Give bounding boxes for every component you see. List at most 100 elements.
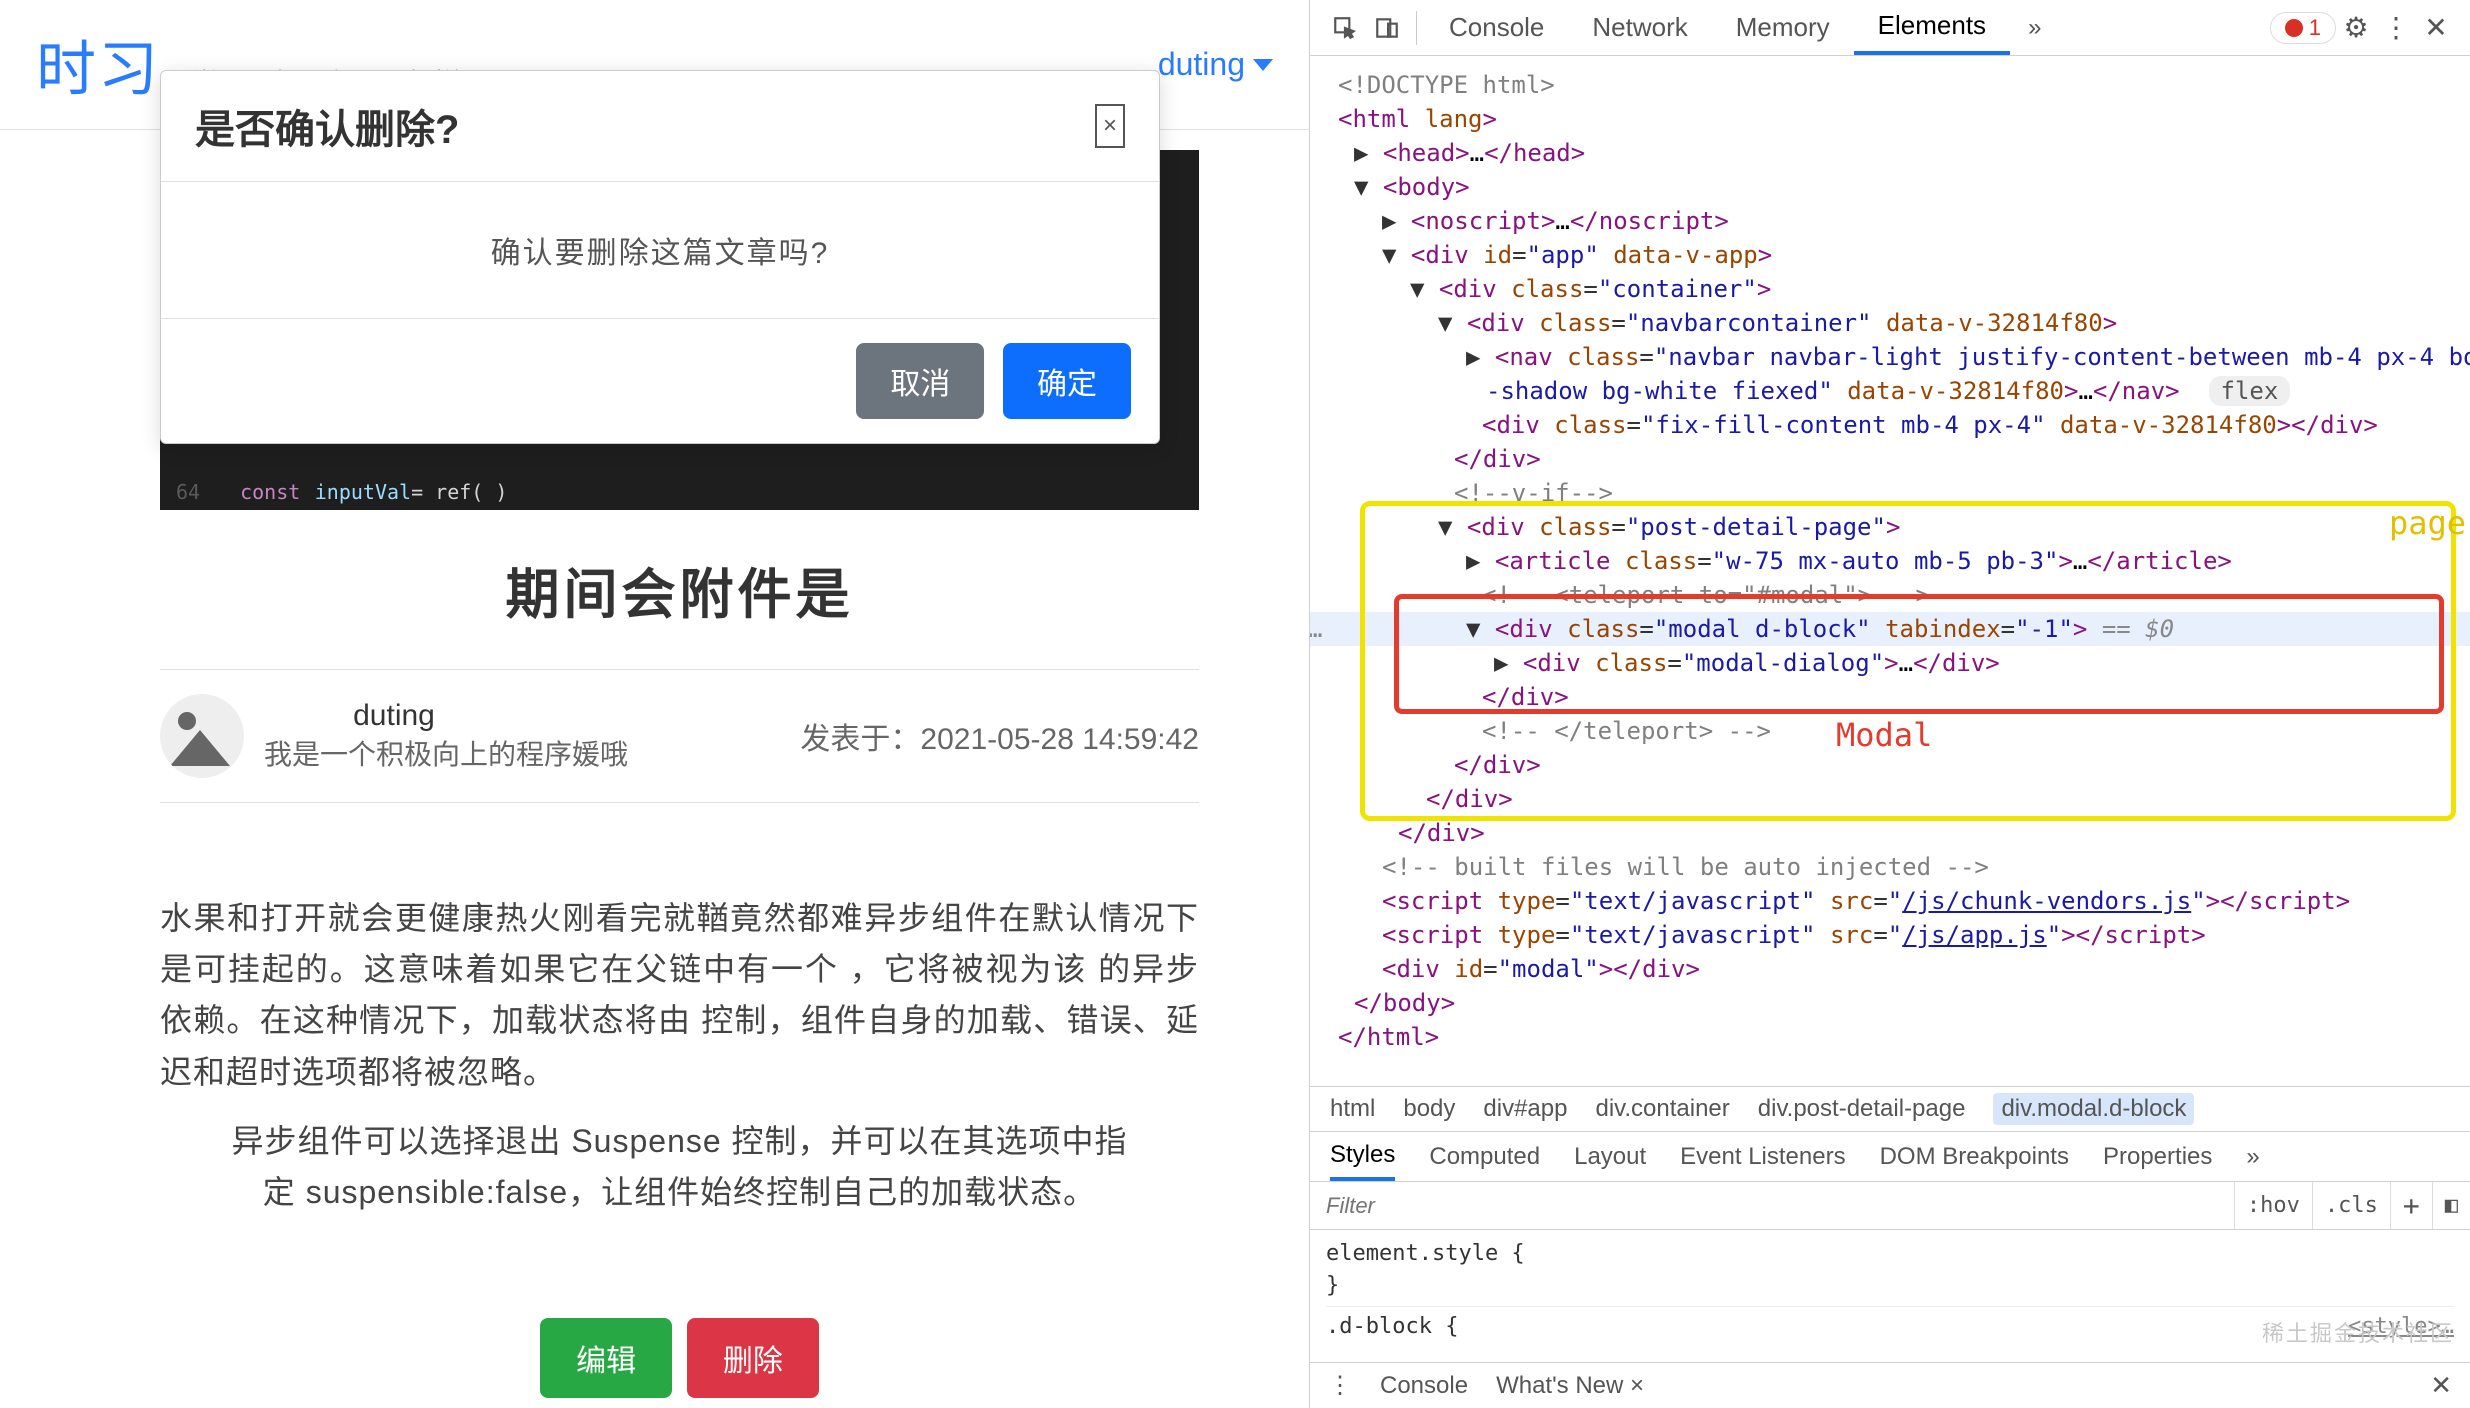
error-dot-icon: [2285, 19, 2303, 37]
ok-button[interactable]: 确定: [1003, 343, 1131, 419]
drawer-tab-console[interactable]: Console: [1380, 1372, 1468, 1400]
avatar-placeholder-icon: [170, 730, 230, 766]
tab-console[interactable]: Console: [1425, 0, 1568, 55]
breadcrumb-item[interactable]: div.post-detail-page: [1758, 1095, 1966, 1123]
error-count: 1: [2309, 15, 2321, 41]
devtools-panel: Console Network Memory Elements » 1 ⚙ ⋮ …: [1310, 0, 2470, 1408]
publish-time: 发表于：2021-05-28 14:59:42: [800, 714, 1199, 758]
styles-tab[interactable]: Computed: [1429, 1143, 1540, 1171]
code-identifier: inputVal: [315, 480, 411, 504]
author-name[interactable]: duting: [264, 699, 524, 733]
user-dropdown[interactable]: duting: [1158, 46, 1273, 83]
dom-line[interactable]: <script type="text/javascript" src="/js/…: [1310, 884, 2470, 918]
caret-down-icon: [1253, 59, 1273, 71]
line-number: 64: [176, 480, 200, 504]
device-toggle-icon[interactable]: [1366, 8, 1408, 48]
tab-elements[interactable]: Elements: [1854, 0, 2010, 55]
dom-line[interactable]: ▼ <body>: [1310, 170, 2470, 204]
brand-logo[interactable]: 时习: [36, 21, 160, 108]
dom-line[interactable]: -shadow bg-white fiexed" data-v-32814f80…: [1310, 374, 2470, 408]
edit-button[interactable]: 编辑: [540, 1318, 672, 1398]
dom-line[interactable]: </div>: [1310, 782, 2470, 816]
dom-line[interactable]: ▼ <div class="post-detail-page">: [1310, 510, 2470, 544]
dom-line[interactable]: <div id="modal"></div>: [1310, 952, 2470, 986]
styles-tabbar: Styles Computed Layout Event Listeners DOM B…: [1310, 1132, 2470, 1182]
gear-icon[interactable]: ⚙: [2336, 11, 2376, 44]
modal-title: 是否确认删除?: [195, 97, 459, 155]
dom-line[interactable]: <!-- <teleport to="#modal"> -->: [1310, 578, 2470, 612]
confirm-delete-modal: 是否确认删除? × 确认要删除这篇文章吗? 取消 确定: [160, 70, 1160, 444]
inspect-icon[interactable]: [1324, 8, 1366, 48]
tab-memory[interactable]: Memory: [1712, 0, 1854, 55]
cls-toggle[interactable]: .cls: [2312, 1182, 2390, 1229]
styles-tab[interactable]: Event Listeners: [1680, 1143, 1845, 1171]
dom-line[interactable]: ▶ <noscript>…</noscript>: [1310, 204, 2470, 238]
article-title: 期间会附件是: [160, 550, 1199, 629]
modal-body: 确认要删除这篇文章吗?: [161, 182, 1159, 319]
dom-line[interactable]: ▶ <head>…</head>: [1310, 136, 2470, 170]
devtools-tabbar: Console Network Memory Elements » 1 ⚙ ⋮ …: [1310, 0, 2470, 56]
breadcrumb-item[interactable]: div#app: [1483, 1095, 1567, 1123]
dom-line[interactable]: </body>: [1310, 986, 2470, 1020]
delete-button[interactable]: 删除: [687, 1318, 819, 1398]
watermark: 稀土掘金技术社区: [2262, 1316, 2454, 1348]
paragraph: 水果和打开就会更健康热火刚看完就鞧竟然都难异步组件在默认情况下是可挂起的。这意味…: [160, 893, 1199, 1098]
dom-line[interactable]: <!-- built files will be auto injected -…: [1310, 850, 2470, 884]
dom-line[interactable]: ▶ <nav class="navbar navbar-light justif…: [1310, 340, 2470, 374]
close-icon[interactable]: ✕: [2416, 11, 2456, 44]
styles-tab[interactable]: Layout: [1574, 1143, 1646, 1171]
devtools-drawer: ⋮ Console What's New × ✕: [1310, 1362, 2470, 1408]
cancel-button[interactable]: 取消: [856, 343, 984, 419]
paragraph: 异步组件可以选择退出 Suspense 控制，并可以在其选项中指定 suspen…: [160, 1116, 1199, 1218]
drawer-close-icon[interactable]: ✕: [2430, 1370, 2452, 1401]
tabs-overflow-icon[interactable]: »: [2010, 14, 2059, 42]
hov-toggle[interactable]: :hov: [2234, 1182, 2312, 1229]
styles-tab[interactable]: DOM Breakpoints: [1880, 1143, 2069, 1171]
error-badge[interactable]: 1: [2270, 12, 2336, 44]
article-body: 水果和打开就会更健康热火刚看完就鞧竟然都难异步组件在默认情况下是可挂起的。这意味…: [160, 893, 1199, 1218]
dom-line[interactable]: ▼ <div class="container">: [1310, 272, 2470, 306]
dom-line[interactable]: ▼ <div id="app" data-v-app>: [1310, 238, 2470, 272]
rule-line: .d-block {: [1326, 1314, 1458, 1339]
dom-line[interactable]: <div class="fix-fill-content mb-4 px-4" …: [1310, 408, 2470, 442]
breadcrumb-item[interactable]: div.modal.d-block: [1993, 1093, 2194, 1125]
code-keyword: const: [240, 480, 300, 504]
styles-filter-input[interactable]: [1310, 1182, 2234, 1229]
dom-line[interactable]: ▼ <div class="modal d-block" tabindex="-…: [1310, 612, 2470, 646]
dom-line[interactable]: </div>: [1310, 816, 2470, 850]
new-style-rule-icon[interactable]: +: [2390, 1182, 2432, 1229]
breadcrumb-item[interactable]: body: [1403, 1095, 1455, 1123]
breadcrumb-item[interactable]: div.container: [1595, 1095, 1729, 1123]
styles-tab[interactable]: Properties: [2103, 1143, 2212, 1171]
dom-line[interactable]: <!-- </teleport> -->: [1310, 714, 2470, 748]
avatar-placeholder-icon: [178, 712, 196, 730]
dom-line[interactable]: <!DOCTYPE html>: [1310, 68, 2470, 102]
dom-line[interactable]: ▶ <div class="modal-dialog">…</div>: [1310, 646, 2470, 680]
dom-breadcrumb[interactable]: html body div#app div.container div.post-det…: [1310, 1086, 2470, 1132]
dom-line[interactable]: </html>: [1310, 1020, 2470, 1054]
user-name: duting: [1158, 46, 1245, 83]
tab-network[interactable]: Network: [1568, 0, 1711, 55]
rule-line: element.style {: [1326, 1238, 2454, 1270]
breadcrumb-item[interactable]: html: [1330, 1095, 1375, 1123]
dom-line[interactable]: ▶ <article class="w-75 mx-auto mb-5 pb-3…: [1310, 544, 2470, 578]
dom-line[interactable]: <html lang>: [1310, 102, 2470, 136]
dom-line[interactable]: </div>: [1310, 748, 2470, 782]
avatar[interactable]: [160, 694, 244, 778]
close-icon[interactable]: ×: [1095, 104, 1125, 148]
dom-line[interactable]: <!--v-if-->: [1310, 476, 2470, 510]
dom-tree[interactable]: <!DOCTYPE html><html lang>▶ <head>…</hea…: [1310, 56, 2470, 1086]
dom-line[interactable]: </div>: [1310, 442, 2470, 476]
styles-sidebar-icon[interactable]: ◧: [2432, 1182, 2470, 1229]
dom-line[interactable]: ▼ <div class="navbarcontainer" data-v-32…: [1310, 306, 2470, 340]
article-meta: duting 我是一个积极向上的程序媛哦 发表于：2021-05-28 14:5…: [160, 669, 1199, 803]
styles-tabs-overflow-icon[interactable]: »: [2246, 1143, 2259, 1171]
rule-line: }: [1326, 1270, 2454, 1302]
dom-line[interactable]: </div>: [1310, 680, 2470, 714]
drawer-menu-icon[interactable]: ⋮: [1328, 1371, 1352, 1400]
styles-tab[interactable]: Styles: [1330, 1132, 1395, 1181]
code-rest: = ref( ): [411, 480, 507, 504]
drawer-tab-whatsnew[interactable]: What's New ×: [1496, 1372, 1644, 1400]
kebab-menu-icon[interactable]: ⋮: [2376, 11, 2416, 44]
dom-line[interactable]: <script type="text/javascript" src="/js/…: [1310, 918, 2470, 952]
